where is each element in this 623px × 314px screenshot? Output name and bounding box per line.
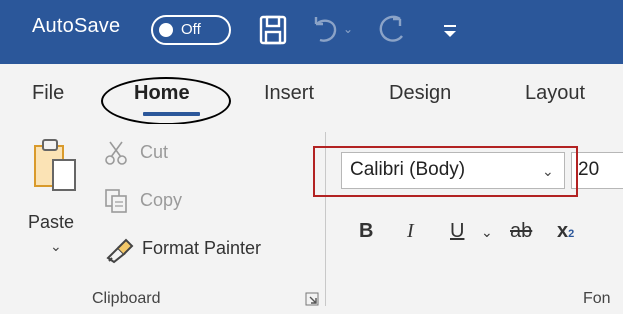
dialog-launcher-icon[interactable] xyxy=(304,291,320,307)
paste-dropdown-icon[interactable]: ⌄ xyxy=(50,238,62,255)
font-size-select[interactable]: 20 xyxy=(571,152,623,189)
copy-icon xyxy=(105,189,127,213)
scissors-icon xyxy=(105,141,127,165)
autosave-label: AutoSave xyxy=(32,15,121,37)
subscript-button[interactable]: x2 xyxy=(557,220,574,243)
format-painter-icon xyxy=(106,238,134,264)
paste-icon[interactable] xyxy=(31,138,99,204)
redo-icon[interactable] xyxy=(376,14,408,46)
toggle-state: Off xyxy=(181,21,201,38)
save-icon[interactable] xyxy=(258,14,288,46)
font-group-label: Fon xyxy=(583,290,611,307)
annotation-circle xyxy=(101,77,231,125)
toggle-knob xyxy=(159,23,173,37)
annotation-box xyxy=(313,146,578,197)
underline-button[interactable]: U xyxy=(450,220,464,243)
ribbon-tabs: File Home Insert Design Layout xyxy=(0,64,623,125)
clipboard-group-label: Clipboard xyxy=(92,290,161,307)
tab-insert[interactable]: Insert xyxy=(264,82,314,105)
font-size-value: 20 xyxy=(578,159,600,180)
customize-qat-icon[interactable] xyxy=(440,14,460,46)
undo-dropdown-icon[interactable]: ⌄ xyxy=(343,22,353,36)
tab-layout[interactable]: Layout xyxy=(525,82,585,105)
tab-file[interactable]: File xyxy=(32,82,64,105)
subscript-index: 2 xyxy=(568,228,575,240)
bold-button[interactable]: B xyxy=(359,220,373,243)
underline-dropdown-icon[interactable]: ⌄ xyxy=(481,224,493,241)
paste-button[interactable]: Paste xyxy=(28,212,74,233)
ribbon-home: Paste ⌄ Cut Copy Format Painter Clipboar… xyxy=(0,124,623,314)
strikethrough-button[interactable]: ab xyxy=(510,220,532,243)
undo-icon[interactable] xyxy=(308,14,342,46)
italic-button[interactable]: I xyxy=(407,220,414,243)
autosave-toggle[interactable]: Off xyxy=(151,15,231,45)
subscript-label: x xyxy=(557,220,569,242)
cut-button[interactable]: Cut xyxy=(140,142,168,163)
format-painter-button[interactable]: Format Painter xyxy=(142,238,261,259)
copy-button[interactable]: Copy xyxy=(140,190,182,211)
title-bar: AutoSave Off ⌄ xyxy=(0,0,623,64)
tab-design[interactable]: Design xyxy=(389,82,451,105)
